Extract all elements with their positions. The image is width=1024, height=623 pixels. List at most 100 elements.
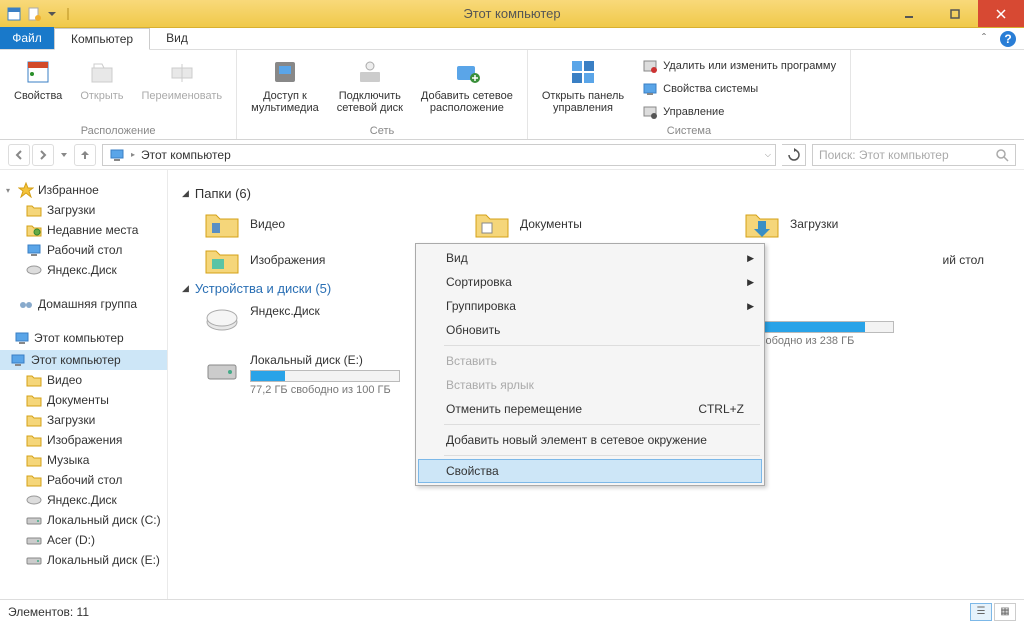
navigation-pane: ▾Избранное Загрузки Недавние места Рабоч…	[0, 170, 168, 599]
open-label: Открыть	[80, 90, 123, 102]
open-button[interactable]: Открыть	[76, 54, 127, 104]
rename-label: Переименовать	[142, 90, 223, 102]
system-properties-icon	[642, 81, 658, 97]
qat-dropdown-icon[interactable]	[46, 6, 62, 22]
folder-icon	[26, 372, 42, 388]
refresh-button[interactable]	[782, 144, 806, 166]
maximize-button[interactable]	[932, 0, 978, 27]
breadcrumb-this-pc[interactable]: Этот компьютер	[141, 148, 231, 162]
folder-desktop-partial[interactable]: ий стол	[744, 245, 984, 275]
ctx-paste-shortcut: Вставить ярлык	[418, 373, 762, 397]
desktop-icon	[26, 242, 42, 258]
ctx-undo-move[interactable]: Отменить перемещениеCTRL+Z	[418, 397, 762, 421]
ribbon-tabs: Файл Компьютер Вид ˆ ?	[0, 28, 1024, 50]
search-input[interactable]: Поиск: Этот компьютер	[812, 144, 1016, 166]
hard-drive-icon	[204, 353, 240, 389]
control-panel-button[interactable]: Открыть панель управления	[538, 54, 628, 116]
up-button[interactable]	[74, 144, 96, 166]
map-drive-button[interactable]: Подключить сетевой диск	[333, 54, 407, 116]
drive-e[interactable]: Локальный диск (E:) 77,2 ГБ свободно из …	[204, 353, 444, 396]
drive-d-partial[interactable]: D:) Б свободно из 238 ГБ	[744, 304, 984, 347]
media-access-button[interactable]: Доступ к мультимедиа	[247, 54, 323, 116]
sidebar-item-desktop-pc[interactable]: Рабочий стол	[0, 470, 167, 490]
yandex-icon	[26, 262, 42, 278]
ctx-separator	[444, 455, 760, 456]
ctx-add-network[interactable]: Добавить новый элемент в сетевое окружен…	[418, 428, 762, 452]
sidebar-item-documents[interactable]: Документы	[0, 390, 167, 410]
drive-icon	[26, 552, 42, 568]
forward-button[interactable]	[32, 144, 54, 166]
ctx-properties[interactable]: Свойства	[418, 459, 762, 483]
properties-qat-icon[interactable]	[6, 6, 22, 22]
sidebar-item-music[interactable]: Музыка	[0, 450, 167, 470]
folder-downloads[interactable]: Загрузки	[744, 209, 984, 239]
new-qat-icon[interactable]	[26, 6, 42, 22]
computer-icon	[14, 330, 30, 346]
ribbon-group-network: Доступ к мультимедиа Подключить сетевой …	[237, 50, 528, 139]
sidebar-item-yandex-disk[interactable]: Яндекс.Диск	[0, 490, 167, 510]
minimize-button[interactable]	[886, 0, 932, 27]
sidebar-item-videos[interactable]: Видео	[0, 370, 167, 390]
rename-button[interactable]: Переименовать	[138, 54, 227, 104]
drive-e-usage-bar	[250, 370, 400, 382]
tab-view[interactable]: Вид	[150, 27, 204, 49]
folder-icon	[26, 412, 42, 428]
folders-group-header[interactable]: ◢Папки (6)	[182, 186, 1010, 201]
sidebar-item-downloads[interactable]: Загрузки	[0, 200, 167, 220]
this-pc-header[interactable]: Этот компьютер	[0, 328, 167, 348]
collapse-ribbon-icon[interactable]: ˆ	[978, 31, 990, 47]
yandex-icon	[26, 492, 42, 508]
ctx-sort[interactable]: Сортировка▶	[418, 270, 762, 294]
sidebar-item-drive-d[interactable]: Acer (D:)	[0, 530, 167, 550]
drive-yandex[interactable]: Яндекс.Диск	[204, 304, 444, 347]
sidebar-item-drive-e[interactable]: Локальный диск (E:)	[0, 550, 167, 570]
ribbon-group-system: Открыть панель управления Удалить или из…	[528, 50, 851, 139]
group-system-label: Система	[538, 125, 840, 137]
ctx-refresh[interactable]: Обновить	[418, 318, 762, 342]
ribbon-group-location: Свойства Открыть Переименовать Расположе…	[0, 50, 237, 139]
tab-file[interactable]: Файл	[0, 27, 54, 49]
search-icon[interactable]	[995, 148, 1009, 162]
uninstall-program-link[interactable]: Удалить или изменить программу	[638, 56, 840, 76]
view-details-button[interactable]: ☰	[970, 603, 992, 621]
sidebar-item-downloads-pc[interactable]: Загрузки	[0, 410, 167, 430]
yandex-disk-icon	[204, 304, 240, 340]
sidebar-item-desktop[interactable]: Рабочий стол	[0, 240, 167, 260]
ribbon: Свойства Открыть Переименовать Расположе…	[0, 50, 1024, 140]
status-item-count: Элементов: 11	[8, 605, 89, 619]
homegroup-icon	[18, 296, 34, 312]
address-dropdown-icon[interactable]: ⌵	[765, 150, 771, 160]
close-button[interactable]	[978, 0, 1024, 27]
recent-dropdown[interactable]	[56, 144, 72, 166]
sidebar-item-yandex-disk-fav[interactable]: Яндекс.Диск	[0, 260, 167, 280]
back-button[interactable]	[8, 144, 30, 166]
sidebar-this-pc-selected[interactable]: Этот компьютер	[0, 350, 167, 370]
ctx-group[interactable]: Группировка▶	[418, 294, 762, 318]
system-properties-link[interactable]: Свойства системы	[638, 79, 840, 99]
sidebar-item-recent[interactable]: Недавние места	[0, 220, 167, 240]
properties-icon	[22, 56, 54, 88]
ctx-view[interactable]: Вид▶	[418, 246, 762, 270]
folder-documents[interactable]: Документы	[474, 209, 714, 239]
folder-video[interactable]: Видео	[204, 209, 444, 239]
navigation-bar: ▸ Этот компьютер ⌵ Поиск: Этот компьютер	[0, 140, 1024, 170]
computer-icon	[10, 352, 26, 368]
folder-icon	[26, 222, 42, 238]
folder-pictures[interactable]: Изображения	[204, 245, 444, 275]
tab-computer[interactable]: Компьютер	[54, 28, 150, 50]
properties-button[interactable]: Свойства	[10, 54, 66, 104]
add-network-label: Добавить сетевое расположение	[421, 90, 513, 114]
ctx-paste: Вставить	[418, 349, 762, 373]
sidebar-item-drive-c[interactable]: Локальный диск (C:)	[0, 510, 167, 530]
help-icon[interactable]: ?	[1000, 31, 1016, 47]
address-bar[interactable]: ▸ Этот компьютер ⌵	[102, 144, 776, 166]
favorites-header[interactable]: ▾Избранное	[0, 180, 167, 200]
homegroup-header[interactable]: Домашняя группа	[0, 294, 167, 314]
drive-d-usage-bar	[744, 321, 894, 333]
breadcrumb-separator-icon[interactable]: ▸	[131, 150, 135, 159]
add-network-location-button[interactable]: Добавить сетевое расположение	[417, 54, 517, 116]
sidebar-item-pictures[interactable]: Изображения	[0, 430, 167, 450]
manage-link[interactable]: Управление	[638, 102, 840, 122]
ctx-separator	[444, 424, 760, 425]
view-tiles-button[interactable]: ▦	[994, 603, 1016, 621]
